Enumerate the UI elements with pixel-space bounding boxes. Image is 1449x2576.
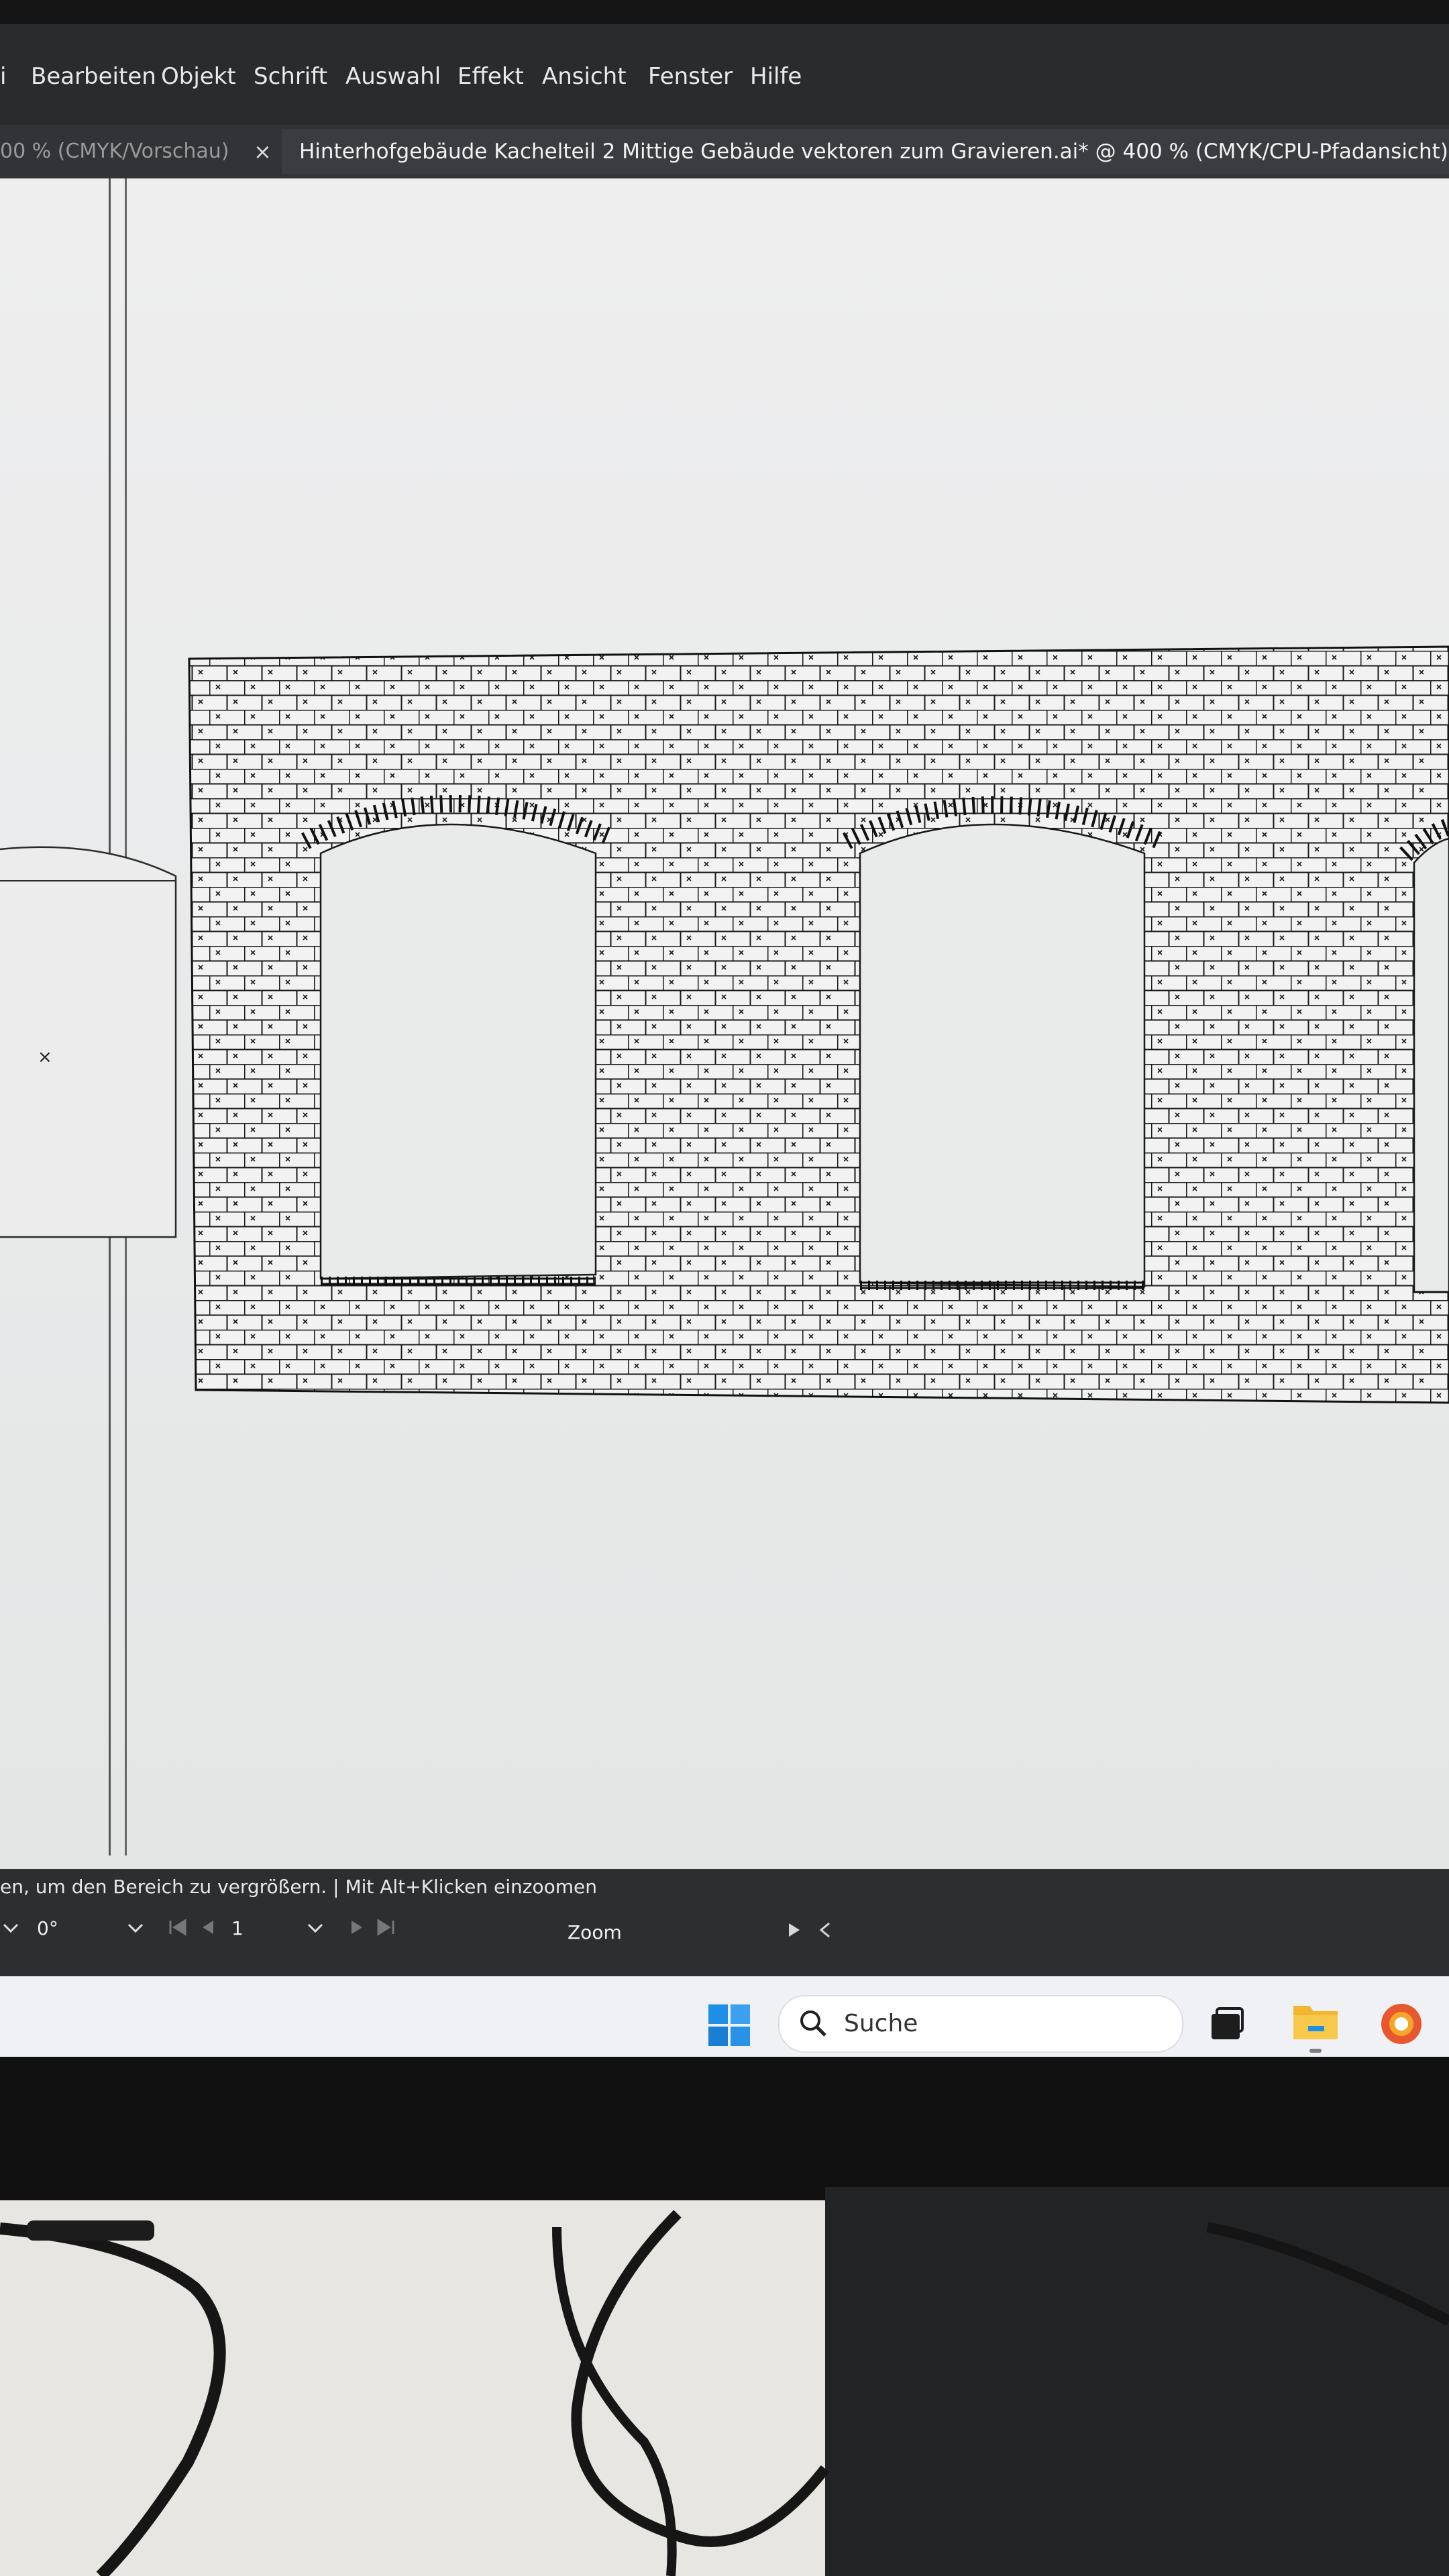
zoom-label: Zoom [568,1921,622,1943]
browser-icon[interactable] [1378,2000,1425,2047]
menu-item-partial[interactable]: i [0,63,6,90]
menu-item-auswahl[interactable]: Auswahl [345,63,441,90]
document-tab-bar: 00 % (CMYK/Vorschau) × Hinterhofgebäude … [0,125,1449,180]
cables [0,2210,1449,2576]
menu-item-objekt[interactable]: Objekt [161,63,236,90]
arch-opening-left[interactable] [319,823,597,1280]
last-page-icon[interactable] [376,1919,396,1936]
taskbar-search[interactable]: Suche [778,1995,1183,2053]
rotation-field[interactable]: 0° [37,1917,58,1939]
tab-active-document[interactable]: Hinterhofgebäude Kachelteil 2 Mittige Ge… [282,129,1449,174]
menu-item-fenster[interactable]: Fenster [648,63,733,90]
artboard-canvas[interactable]: × [0,178,1449,1869]
vector-artwork[interactable]: × [0,178,1449,1869]
next-page-icon[interactable] [349,1919,365,1936]
monitor-bezel-top [0,0,1449,24]
file-explorer-icon[interactable] [1291,1999,1340,2043]
status-message: en, um den Bereich zu vergrößern. | Mit … [0,1876,597,1898]
running-indicator [1309,2049,1322,2053]
previous-page-icon[interactable] [200,1919,216,1936]
search-icon [800,2010,826,2037]
partial-window-shape[interactable] [0,846,177,1238]
tab-vorschau[interactable]: 00 % (CMYK/Vorschau) [0,130,255,173]
menu-item-effekt[interactable]: Effekt [458,63,524,90]
play-icon[interactable] [786,1921,802,1939]
search-placeholder: Suche [844,2010,918,2037]
task-view-icon[interactable] [1208,2004,1246,2043]
status-bar: en, um den Bereich zu vergrößern. | Mit … [0,1869,1449,1976]
menu-item-bearbeiten[interactable]: Bearbeiten [31,63,156,90]
arch-opening-right[interactable] [1413,837,1449,1293]
windows-taskbar: Suche [0,1976,1449,2057]
chevron-down-icon[interactable] [127,1923,144,1933]
menu-item-schrift[interactable]: Schrift [254,63,327,90]
menu-item-hilfe[interactable]: Hilfe [750,63,802,90]
menu-bar: i Bearbeiten Objekt Schrift Auswahl Effe… [0,24,1449,125]
page-number-field[interactable]: 1 [231,1917,244,1939]
chevron-left-icon[interactable] [818,1921,832,1939]
chevron-down-icon[interactable] [307,1923,323,1933]
chevron-down-icon[interactable] [3,1923,19,1933]
windows-start-icon[interactable] [707,2003,751,2047]
first-page-icon[interactable] [168,1919,188,1936]
menu-item-ansicht[interactable]: Ansicht [542,63,627,90]
anchor-point-icon: × [38,1047,52,1067]
arch-opening-middle[interactable] [859,823,1146,1288]
close-tab-icon[interactable]: × [254,130,272,173]
